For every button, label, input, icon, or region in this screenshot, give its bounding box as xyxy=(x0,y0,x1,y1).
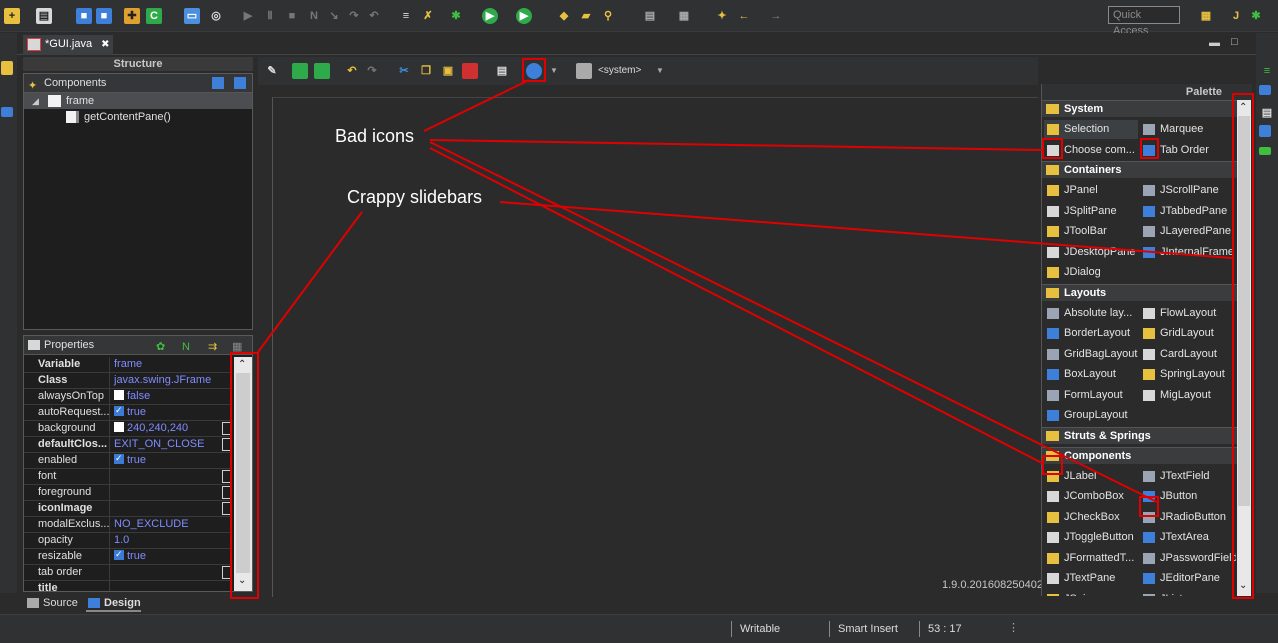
annotation-bad-icons: Bad icons xyxy=(335,126,415,146)
annotation-overlay xyxy=(257,79,1233,503)
arrow-to-jlabel-icon xyxy=(429,147,1043,464)
annotation-crappy-slidebars: Crappy slidebars xyxy=(347,187,483,207)
arrow-to-lookandfeel-icon xyxy=(423,79,530,132)
highlight-choose-component-icon xyxy=(1042,138,1063,159)
arrow-to-choose-component-icon xyxy=(429,139,1043,151)
highlight-lookandfeel-icon xyxy=(522,58,546,82)
highlight-tab-order-icon xyxy=(1140,138,1159,159)
arrow-to-properties-scrollbar xyxy=(257,211,363,353)
highlight-properties-scrollbar xyxy=(230,352,259,599)
highlight-palette-scrollbar xyxy=(1232,93,1254,599)
highlight-jlabel-icon xyxy=(1042,455,1063,475)
highlight-jradiobutton-icon xyxy=(1139,496,1159,517)
arrow-to-jradiobutton-icon xyxy=(429,141,1158,503)
